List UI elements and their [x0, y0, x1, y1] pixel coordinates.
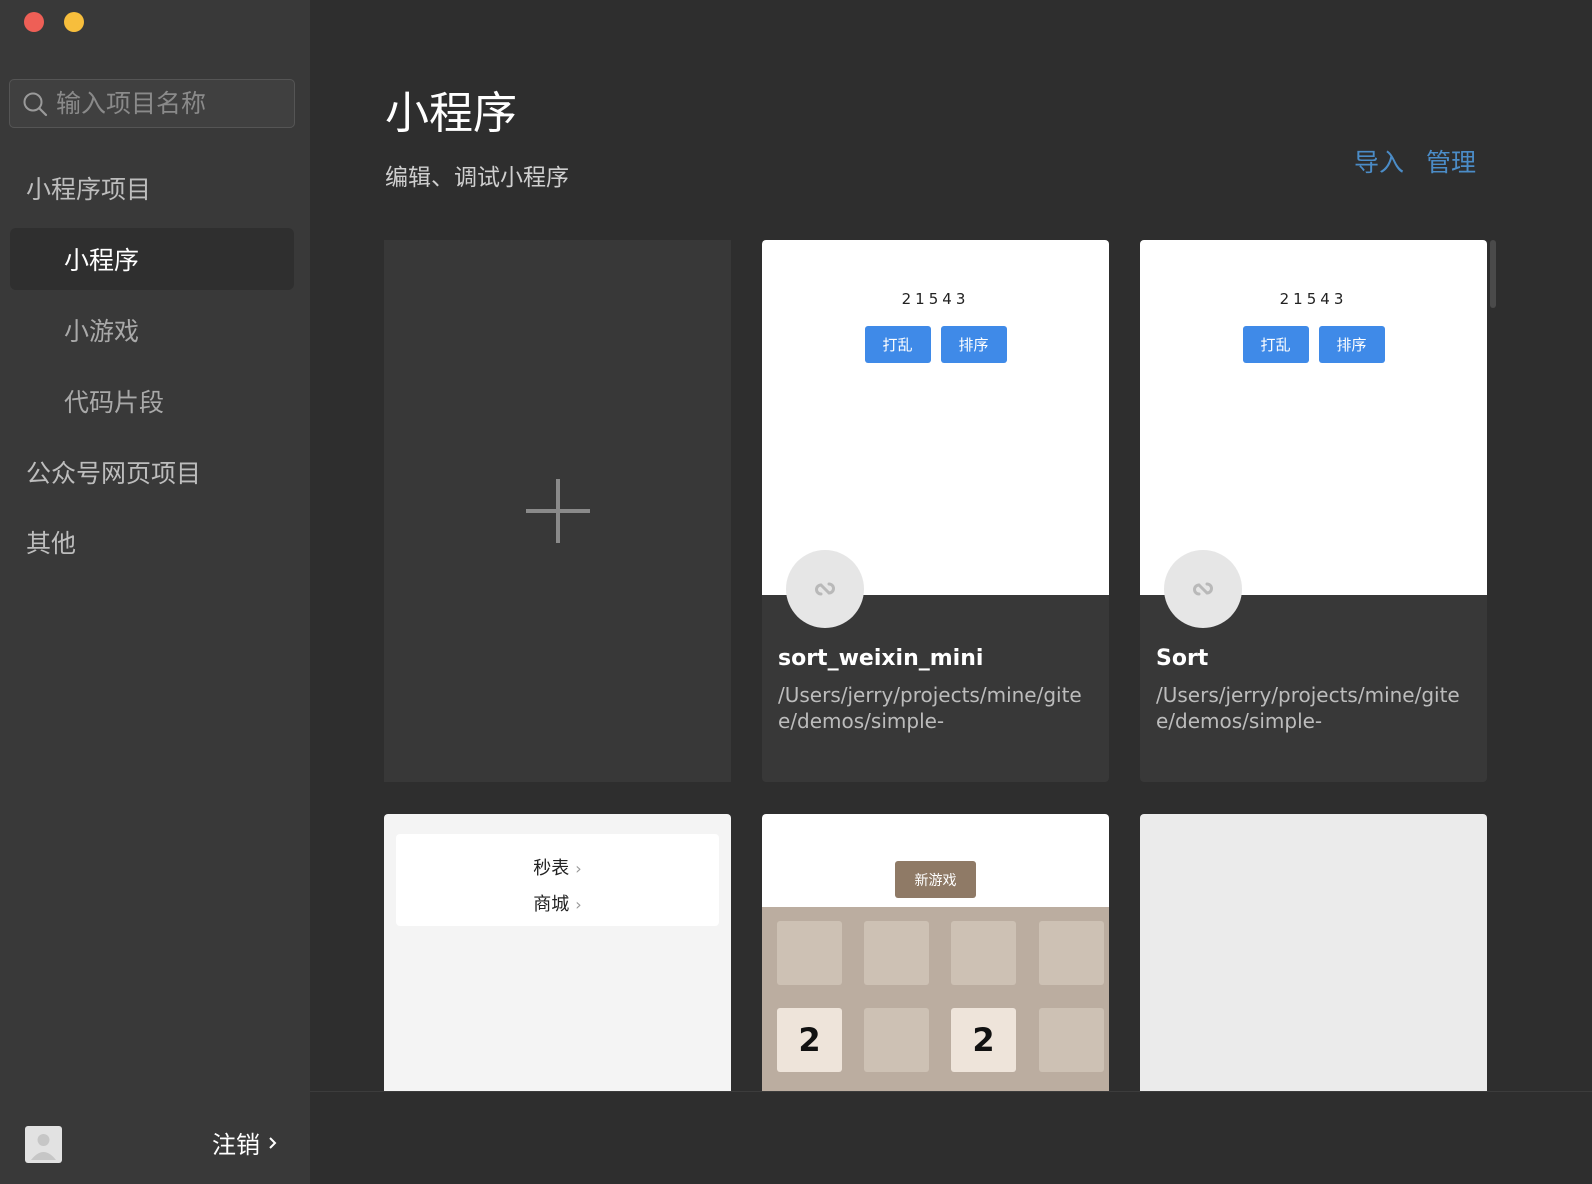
- import-link[interactable]: 导入: [1354, 143, 1404, 179]
- user-icon: [31, 1134, 56, 1160]
- search-input[interactable]: [56, 89, 276, 118]
- chevron-right-icon: ›: [575, 859, 582, 878]
- project-path: /Users/jerry/projects/mine/gitee/demos/s…: [778, 683, 1082, 733]
- game-tile: [864, 1008, 929, 1072]
- project-name: sort_weixin_mini: [778, 646, 984, 671]
- minimize-window-button[interactable]: [64, 12, 84, 32]
- preview-menu: 秒表 › 商城 ›: [396, 834, 719, 926]
- search-icon: [23, 92, 48, 116]
- sidebar-item-label: 小程序: [64, 246, 140, 275]
- preview-sort-button: 排序: [940, 326, 1007, 363]
- preview-shuffle-button: 打乱: [864, 326, 931, 363]
- plus-icon: [525, 479, 590, 543]
- manage-link[interactable]: 管理: [1426, 143, 1476, 179]
- sidebar-item-miniprogram[interactable]: 小程序: [10, 228, 294, 290]
- miniprogram-logo-icon: [786, 550, 864, 628]
- scrollbar[interactable]: [1490, 240, 1496, 308]
- project-preview: 21543 打乱 排序: [762, 240, 1109, 595]
- game-tile: [1039, 921, 1104, 985]
- preview-menu-item: 秒表 ›: [533, 858, 582, 879]
- game-tile: 2: [951, 1008, 1016, 1072]
- avatar[interactable]: [25, 1126, 62, 1163]
- sidebar-item-minigame[interactable]: 小游戏: [10, 299, 294, 361]
- user-bar: 注销: [0, 1112, 310, 1184]
- main-content: 小程序 编辑、调试小程序 导入 管理 21543 打乱 排序 sort_weix…: [310, 0, 1592, 1184]
- preview-buttons: 打乱 排序: [1140, 326, 1487, 363]
- project-card[interactable]: 21543 打乱 排序 sort_weixin_mini /Users/jerr…: [762, 240, 1109, 782]
- logout-label: 注销: [212, 1131, 260, 1159]
- game-tile: 2: [777, 1008, 842, 1072]
- preview-game-board: 2 2: [762, 907, 1109, 1092]
- project-card[interactable]: 新游戏 2 2: [762, 814, 1109, 1092]
- chevron-right-icon: [269, 1136, 277, 1149]
- miniprogram-logo-icon: [1164, 550, 1242, 628]
- project-card[interactable]: 秒表 › 商城 ›: [384, 814, 731, 1092]
- preview-new-game-button: 新游戏: [895, 861, 976, 898]
- project-card[interactable]: 21543 打乱 排序 Sort /Users/jerry/projects/m…: [1140, 240, 1487, 782]
- project-grid: 21543 打乱 排序 sort_weixin_mini /Users/jerr…: [384, 240, 1494, 1092]
- preview-menu-item: 商城 ›: [533, 894, 582, 915]
- nav-group-official-account-web[interactable]: 公众号网页项目: [26, 454, 201, 490]
- nav-group-miniprogram-projects[interactable]: 小程序项目: [26, 170, 151, 206]
- preview-sequence: 21543: [901, 290, 970, 308]
- project-card[interactable]: [1140, 814, 1487, 1092]
- game-tile: [951, 921, 1016, 985]
- search-box: [9, 79, 295, 128]
- chevron-right-icon: ›: [575, 895, 582, 914]
- game-tile: [864, 921, 929, 985]
- project-path: /Users/jerry/projects/mine/gitee/demos/s…: [1156, 683, 1460, 733]
- new-project-card[interactable]: [384, 240, 731, 782]
- preview-sequence: 21543: [1279, 290, 1348, 308]
- logout-button[interactable]: 注销: [212, 1125, 278, 1160]
- game-tile: [777, 921, 842, 985]
- project-name: Sort: [1156, 646, 1209, 671]
- sidebar-item-label: 代码片段: [64, 388, 165, 417]
- sidebar-item-code-snippets[interactable]: 代码片段: [10, 370, 294, 432]
- page-subtitle: 编辑、调试小程序: [385, 165, 569, 191]
- bottom-bar: [310, 1091, 1592, 1184]
- project-preview: 21543 打乱 排序: [1140, 240, 1487, 595]
- page-title: 小程序: [385, 88, 517, 139]
- preview-sort-button: 排序: [1318, 326, 1385, 363]
- game-tile: [1039, 1008, 1104, 1072]
- sidebar-item-label: 小游戏: [64, 317, 140, 346]
- header-actions: 导入 管理: [1354, 143, 1476, 179]
- preview-buttons: 打乱 排序: [762, 326, 1109, 363]
- sidebar: 小程序项目 小程序 小游戏 代码片段 公众号网页项目 其他 注销: [0, 0, 310, 1184]
- close-window-button[interactable]: [24, 12, 44, 32]
- nav-group-others[interactable]: 其他: [26, 524, 76, 560]
- preview-shuffle-button: 打乱: [1242, 326, 1309, 363]
